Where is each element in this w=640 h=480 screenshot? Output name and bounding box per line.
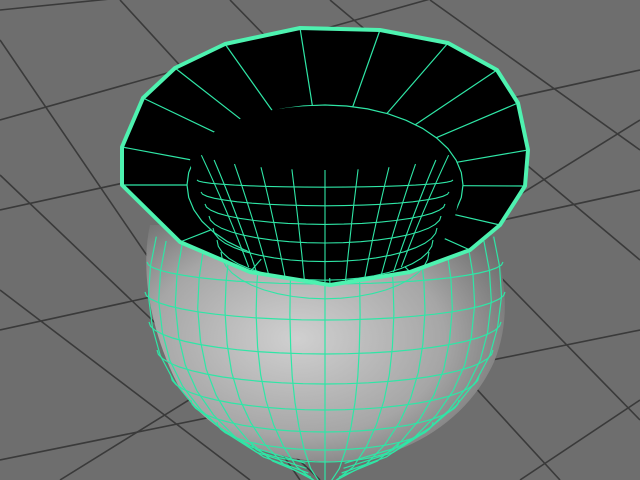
viewport-3d[interactable] bbox=[0, 0, 640, 480]
viewport-canvas[interactable] bbox=[0, 0, 640, 480]
grid-line bbox=[519, 399, 640, 480]
pot-mesh[interactable] bbox=[120, 26, 530, 480]
